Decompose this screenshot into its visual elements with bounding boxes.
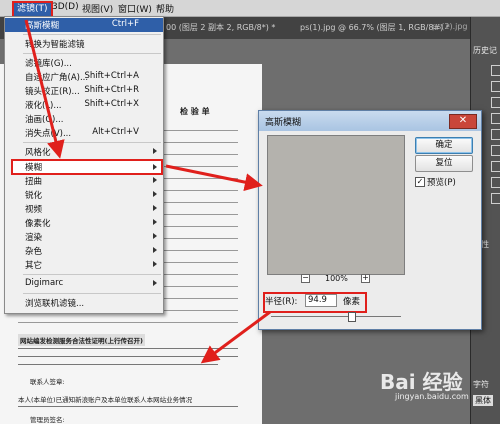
text-line <box>18 406 238 407</box>
history-icon[interactable] <box>491 129 500 140</box>
character-panel-label[interactable]: 字符 <box>473 379 489 390</box>
document-title: 检 验 单 <box>180 107 210 116</box>
dialog-title: 高斯模糊 <box>265 118 302 128</box>
blur-preview[interactable] <box>267 135 405 275</box>
menu-separator <box>23 274 161 275</box>
text-line <box>18 348 238 349</box>
watermark-url: jingyan.baidu.com <box>395 392 469 401</box>
menu-help[interactable]: 帮助 <box>156 2 174 15</box>
text-line <box>18 356 238 357</box>
tab-doc-3[interactable]: ps(2).jpg <box>432 22 468 31</box>
menu-separator <box>23 293 161 294</box>
reset-button[interactable]: 复位 <box>415 155 473 172</box>
zoom-in-icon[interactable]: + <box>361 274 370 283</box>
history-icon[interactable] <box>491 145 500 156</box>
preview-checkbox[interactable]: ✓ <box>415 177 425 187</box>
font-family-field[interactable]: 黑体 <box>473 395 493 406</box>
menu-item-smart-filter[interactable]: 转换为智能滤镜 <box>5 37 163 51</box>
menu-item-noise[interactable]: 杂色 <box>5 244 163 258</box>
radius-slider-thumb[interactable] <box>348 312 356 322</box>
radius-input[interactable]: 94.9 <box>305 294 337 307</box>
baidu-watermark: Bai 经验 <box>380 370 463 394</box>
history-icon[interactable] <box>491 161 500 172</box>
menu-item-liquify[interactable]: 液化(L)... Shift+Ctrl+X <box>5 98 163 112</box>
form-row <box>18 314 238 323</box>
menu-item-blur[interactable]: 模糊 <box>11 159 163 175</box>
menu-item-vanishing-point[interactable]: 消失点(V)... Alt+Ctrl+V <box>5 126 163 140</box>
menu-item-adaptive-wide[interactable]: 自适应广角(A)... Shift+Ctrl+A <box>5 70 163 84</box>
menubar: 滤镜(T) 3D(D) 视图(V) 窗口(W) 帮助 <box>0 0 500 18</box>
notice-heading: 网站编发检测服务合法性证明(上行传召开) <box>18 334 145 346</box>
history-icon[interactable] <box>491 177 500 188</box>
radius-unit: 像素 <box>343 297 361 307</box>
radius-label: 半径(R): <box>265 297 298 307</box>
menu-item-video[interactable]: 视频 <box>5 202 163 216</box>
verify-label: 管理员签名: <box>30 416 65 424</box>
menu-separator <box>23 53 161 54</box>
tab-doc-1[interactable]: 00 (图层 2 副本 2, RGB/8*) * <box>166 22 275 33</box>
history-icon[interactable] <box>491 113 500 124</box>
menu-item-distort[interactable]: 扭曲 <box>5 174 163 188</box>
menu-item-digimarc[interactable]: Digimarc <box>5 277 163 291</box>
ok-button[interactable]: 确定 <box>415 137 473 154</box>
menu-item-pixelate[interactable]: 像素化 <box>5 216 163 230</box>
menu-3d[interactable]: 3D(D) <box>52 2 79 12</box>
menu-separator <box>23 142 161 143</box>
zoom-out-icon[interactable]: − <box>301 274 310 283</box>
history-panel-label[interactable]: 历史记 <box>473 45 497 56</box>
menu-item-stylize[interactable]: 风格化 <box>5 145 163 159</box>
tab-doc-2[interactable]: ps(1).jpg @ 66.7% (图层 1, RGB/8#) * <box>300 22 450 33</box>
close-icon[interactable]: ✕ <box>449 114 477 129</box>
zoom-level: 100% <box>325 274 348 283</box>
text-line <box>18 364 218 365</box>
menu-item-filter-gallery[interactable]: 滤镜库(G)... <box>5 56 163 70</box>
menu-item-lens-correction[interactable]: 镜头校正(R)... Shift+Ctrl+R <box>5 84 163 98</box>
history-icon[interactable] <box>491 193 500 204</box>
bottom-text: 本人(本单位)已通知新浪账户及本单位联系人本网站业务情况 <box>18 396 193 404</box>
history-icon[interactable] <box>491 65 500 76</box>
history-icon[interactable] <box>491 81 500 92</box>
menu-window[interactable]: 窗口(W) <box>118 2 152 15</box>
preview-checkbox-label: 预览(P) <box>427 178 456 188</box>
filter-menu: 高斯模糊 Ctrl+F 转换为智能滤镜 滤镜库(G)... 自适应广角(A)...… <box>4 16 164 314</box>
contact-label: 联系人签章: <box>30 378 65 386</box>
menu-item-browse-online[interactable]: 浏览联机滤镜... <box>5 296 163 310</box>
gaussian-blur-dialog: 高斯模糊 ✕ 确定 复位 ✓ 预览(P) − 100% + 半径(R): 94.… <box>258 110 482 330</box>
dialog-titlebar[interactable]: 高斯模糊 ✕ <box>259 111 481 131</box>
menu-item-render[interactable]: 渲染 <box>5 230 163 244</box>
radius-slider-track[interactable] <box>271 316 401 317</box>
menu-separator <box>23 34 161 35</box>
menu-view[interactable]: 视图(V) <box>82 2 113 15</box>
menu-item-oil-paint[interactable]: 油画(O)... <box>5 112 163 126</box>
menu-item-gaussian-last[interactable]: 高斯模糊 Ctrl+F <box>5 18 163 32</box>
history-icon[interactable] <box>491 97 500 108</box>
menu-item-sharpen[interactable]: 锐化 <box>5 188 163 202</box>
menu-item-other[interactable]: 其它 <box>5 258 163 272</box>
